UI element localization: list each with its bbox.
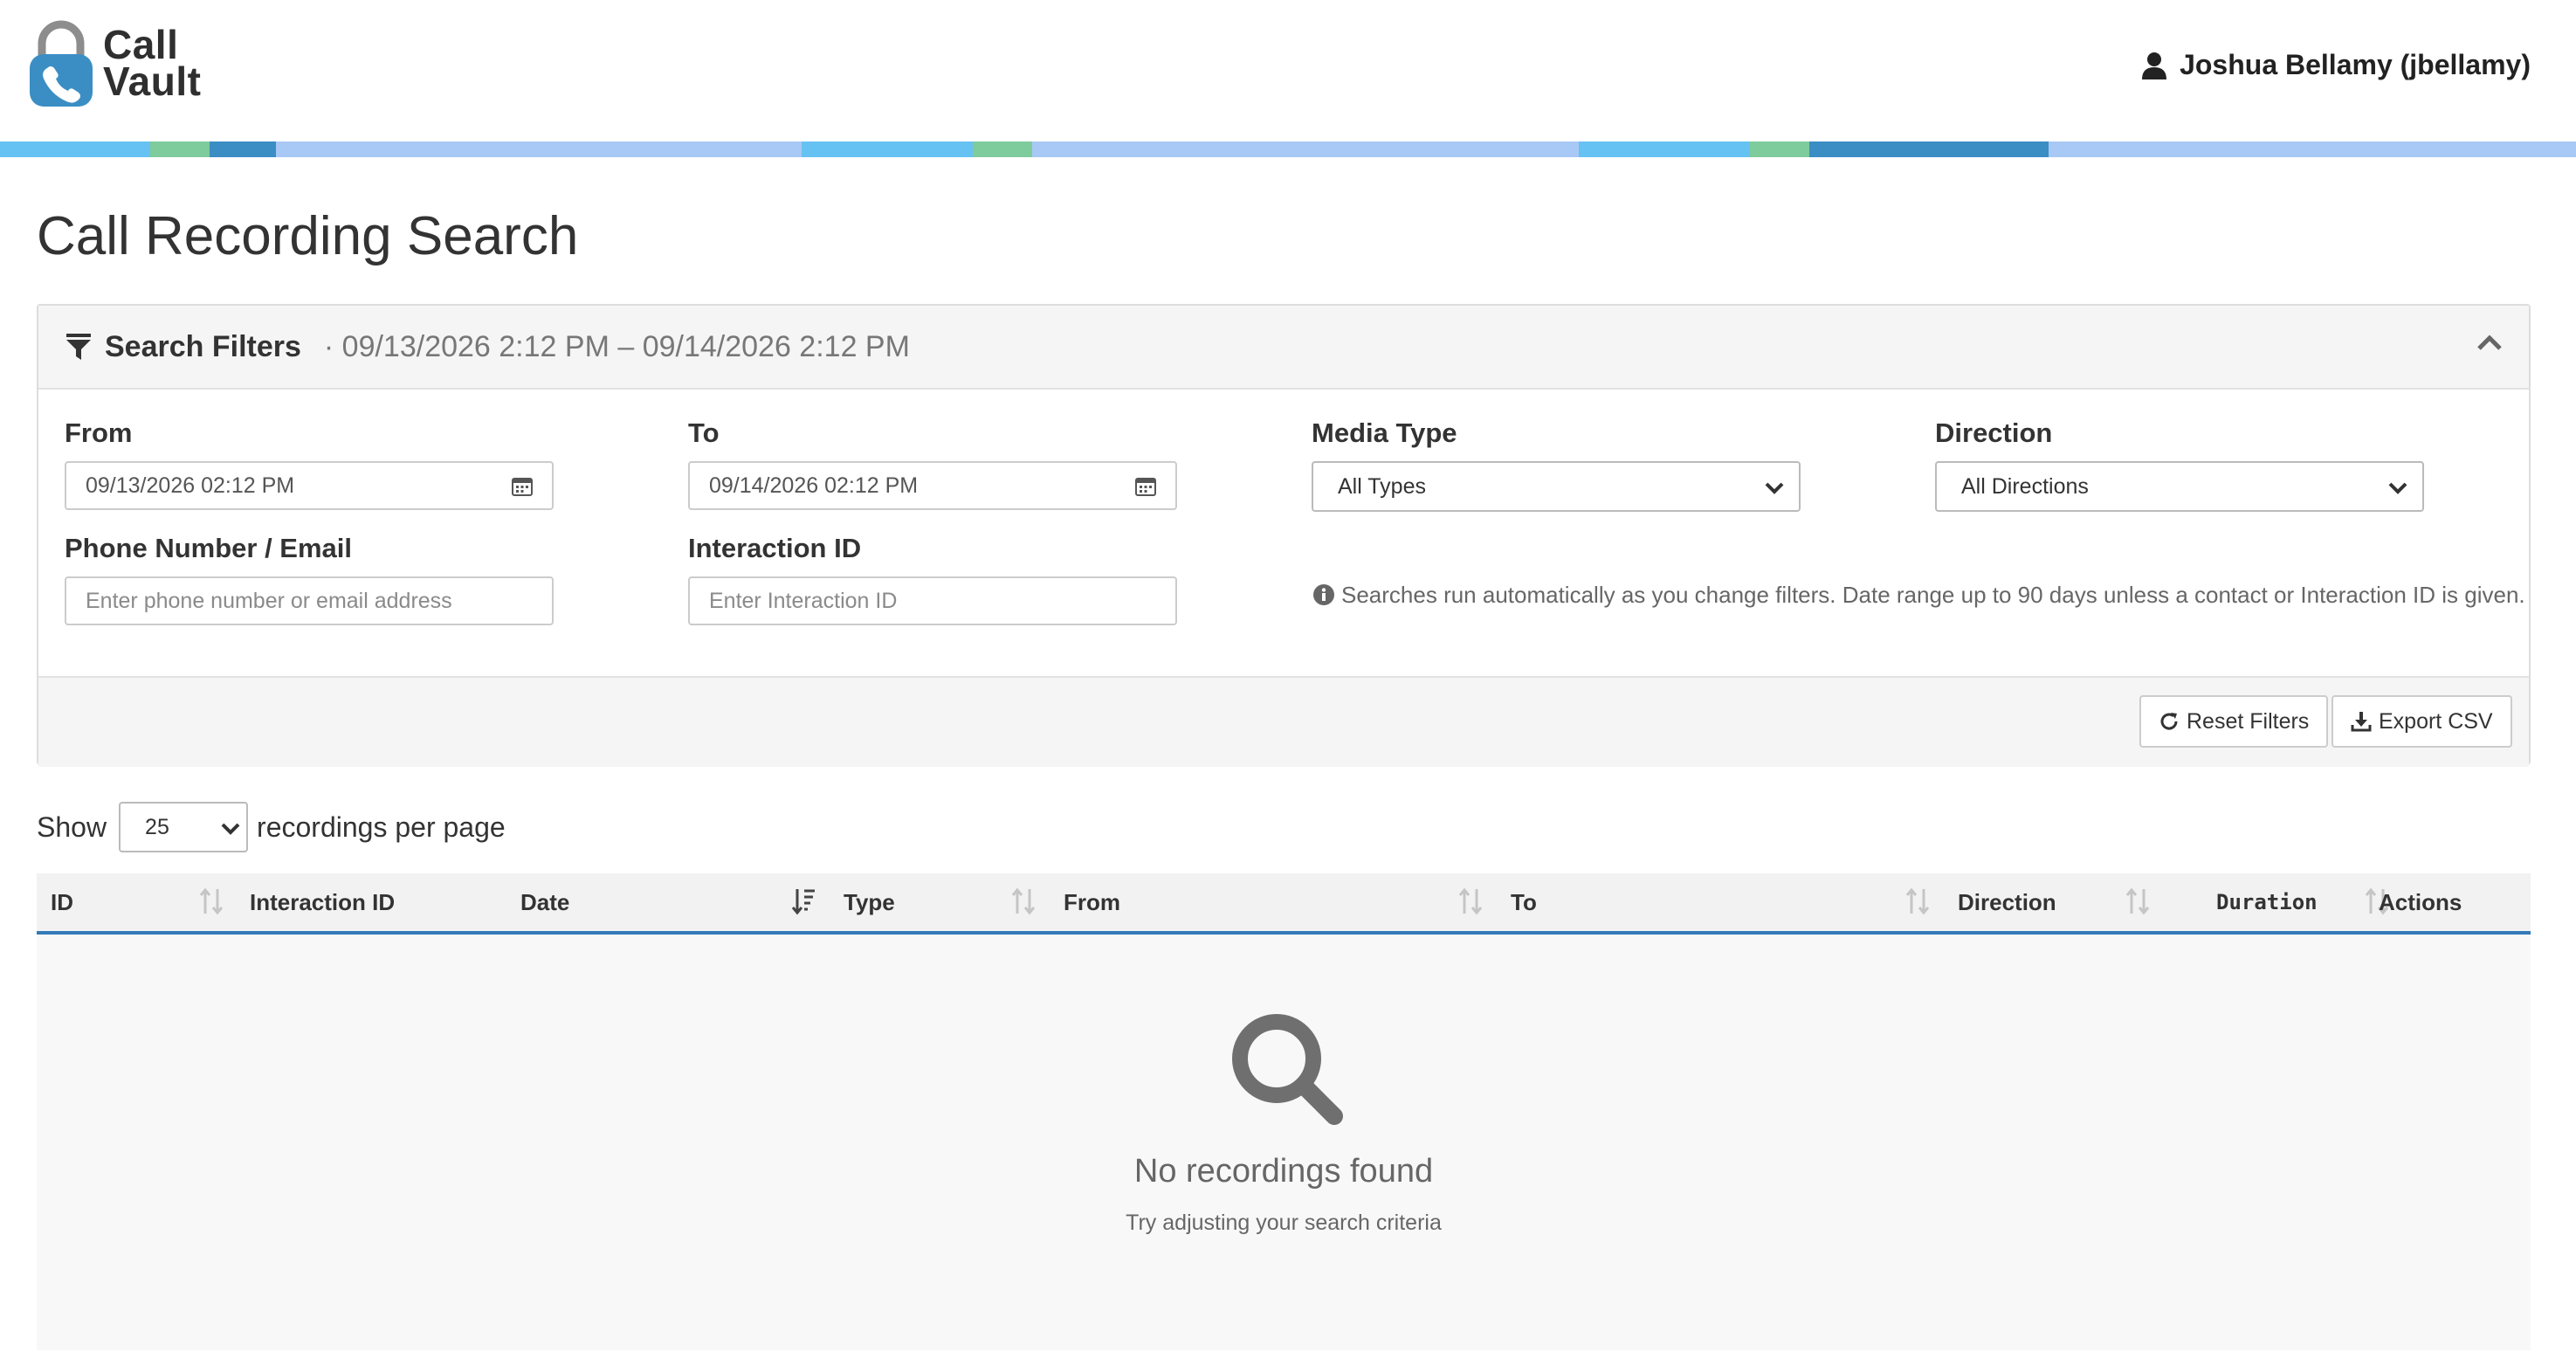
sort-icon[interactable] bbox=[1905, 887, 1930, 915]
calendar-icon[interactable] bbox=[512, 477, 533, 496]
chevron-down-icon bbox=[221, 823, 240, 835]
info-circle-icon bbox=[1313, 584, 1334, 605]
column-header-to[interactable]: To bbox=[1511, 873, 1537, 931]
filters-footer: Reset Filters Export CSV bbox=[38, 676, 2529, 767]
refresh-icon bbox=[2160, 713, 2178, 730]
download-icon bbox=[2351, 712, 2372, 732]
show-label: Show bbox=[37, 811, 107, 843]
app-name: Call Vault bbox=[103, 22, 202, 104]
column-header-direction[interactable]: Direction bbox=[1958, 873, 2056, 931]
media-type-label: Media Type bbox=[1312, 417, 1457, 448]
sort-icon[interactable] bbox=[1458, 887, 1483, 915]
column-header-type[interactable]: Type bbox=[844, 873, 895, 931]
user-name: Joshua Bellamy (jbellamy) bbox=[2180, 49, 2531, 80]
sort-icon[interactable] bbox=[199, 887, 224, 915]
logo-line-2: Vault bbox=[103, 59, 202, 104]
chevron-down-icon bbox=[1765, 482, 1784, 494]
filter-icon bbox=[66, 334, 91, 360]
direction-label: Direction bbox=[1935, 417, 2053, 448]
column-header-id[interactable]: ID bbox=[51, 873, 73, 931]
to-date-value: 09/14/2026 02:12 PM bbox=[709, 473, 919, 498]
search-filters-panel: Search Filters · 09/13/2026 2:12 PM – 09… bbox=[37, 304, 2531, 767]
column-header-from[interactable]: From bbox=[1064, 873, 1120, 931]
calendar-icon[interactable] bbox=[1135, 477, 1156, 496]
page-title: Call Recording Search bbox=[37, 206, 579, 266]
direction-value: All Directions bbox=[1961, 473, 2089, 499]
sort-icon[interactable] bbox=[1011, 887, 1036, 915]
user-menu[interactable]: Joshua Bellamy (jbellamy) bbox=[2141, 49, 2531, 81]
column-header-interaction-id[interactable]: Interaction ID bbox=[250, 873, 395, 931]
export-csv-button[interactable]: Export CSV bbox=[2331, 695, 2512, 748]
empty-state-title: No recordings found bbox=[1133, 1153, 1434, 1190]
chevron-down-icon bbox=[2388, 482, 2407, 494]
column-header-duration[interactable]: Duration bbox=[2216, 873, 2318, 931]
to-date-input[interactable]: 09/14/2026 02:12 PM bbox=[688, 461, 1177, 510]
top-bar: Call Vault Joshua Bellamy (jbellamy) bbox=[0, 0, 2576, 141]
page-length-control: Show 25 recordings per page bbox=[37, 802, 506, 852]
phone-email-input[interactable]: Enter phone number or email address bbox=[65, 576, 554, 625]
column-header-actions-label: Actions bbox=[2379, 888, 2462, 915]
per-page-suffix: recordings per page bbox=[257, 811, 506, 843]
empty-state-subtitle: Try adjusting your search criteria bbox=[1126, 1211, 1442, 1235]
phone-email-label: Phone Number / Email bbox=[65, 533, 353, 563]
filters-range-summary: · 09/13/2026 2:12 PM – 09/14/2026 2:12 P… bbox=[323, 329, 910, 363]
to-label: To bbox=[688, 417, 720, 448]
search-info-note: Searches run automatically as you change… bbox=[1313, 576, 2527, 613]
search-icon bbox=[1232, 1014, 1343, 1125]
media-type-value: All Types bbox=[1338, 473, 1426, 499]
interaction-id-placeholder: Enter Interaction ID bbox=[709, 588, 898, 613]
lock-phone-logo-icon bbox=[30, 20, 93, 107]
reset-filters-button[interactable]: Reset Filters bbox=[2139, 695, 2329, 748]
search-info-text: Searches run automatically as you change… bbox=[1341, 582, 2525, 608]
logo-line-1: Call bbox=[103, 22, 179, 67]
color-stripe bbox=[0, 141, 2576, 157]
chevron-up-icon[interactable] bbox=[2476, 330, 2503, 356]
empty-state: No recordings found Try adjusting your s… bbox=[37, 935, 2531, 1350]
per-page-value: 25 bbox=[145, 814, 169, 839]
app-logo[interactable]: Call Vault bbox=[30, 19, 201, 107]
from-date-input[interactable]: 09/13/2026 02:12 PM bbox=[65, 461, 554, 510]
recordings-table-header: ID Interaction ID Date Type From To Dire… bbox=[37, 873, 2531, 935]
per-page-select[interactable]: 25 bbox=[119, 802, 249, 852]
from-date-value: 09/13/2026 02:12 PM bbox=[86, 473, 295, 498]
from-label: From bbox=[65, 417, 133, 448]
filters-header[interactable]: Search Filters · 09/13/2026 2:12 PM – 09… bbox=[38, 306, 2529, 390]
direction-select[interactable]: All Directions bbox=[1935, 461, 2424, 512]
phone-email-placeholder: Enter phone number or email address bbox=[86, 588, 452, 613]
export-csv-label: Export CSV bbox=[2379, 708, 2493, 734]
filters-title: Search Filters bbox=[105, 329, 301, 363]
user-icon bbox=[2142, 52, 2167, 79]
media-type-select[interactable]: All Types bbox=[1312, 461, 1801, 512]
interaction-id-label: Interaction ID bbox=[688, 533, 862, 563]
sort-icon[interactable] bbox=[2125, 887, 2150, 915]
reset-filters-label: Reset Filters bbox=[2187, 708, 2310, 734]
interaction-id-input[interactable]: Enter Interaction ID bbox=[688, 576, 1177, 625]
column-header-date[interactable]: Date bbox=[520, 873, 569, 931]
sort-desc-icon[interactable] bbox=[791, 887, 816, 915]
